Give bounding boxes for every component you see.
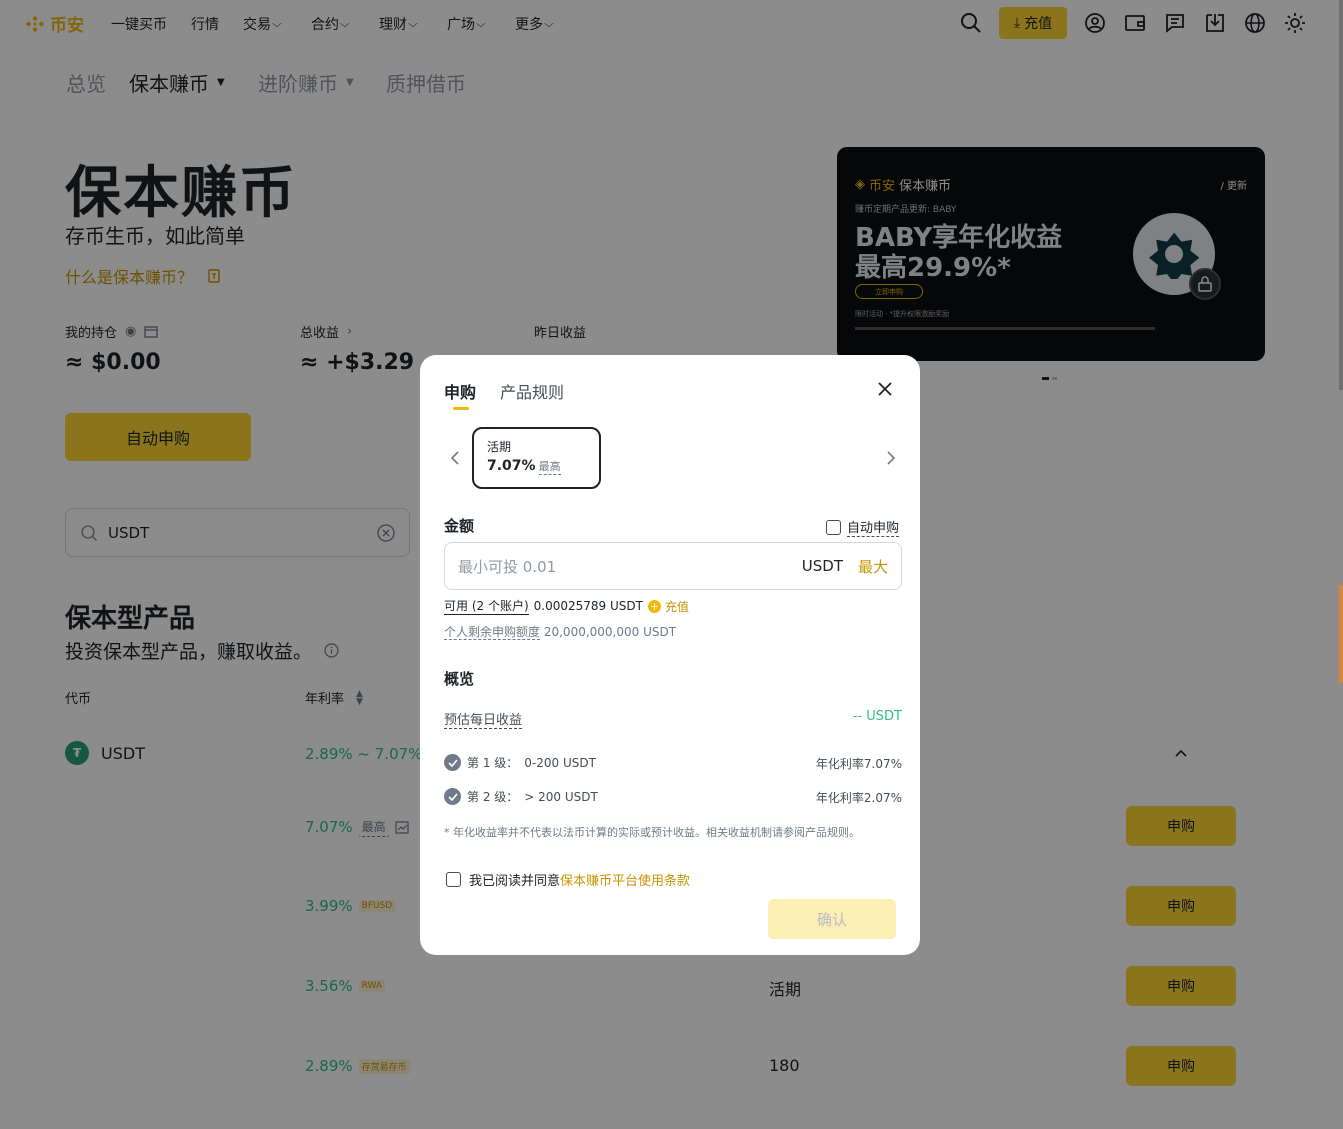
tier-rate: 年化利率2.07% [815,791,902,805]
amount-unit: USDT [801,557,843,575]
est-daily-label: 预估每日收益 [444,709,523,729]
plan-rate-tag: 最高 [538,460,561,475]
scrollbar-marker [1339,585,1343,683]
available-value: 0.00025789 USDT [533,599,643,613]
footnote: * 年化收益率并不代表以法币计算的实际或预计收益。相关收益机制请参阅产品规则。 [444,826,860,839]
overview-title: 概览 [444,670,475,688]
deposit-link[interactable]: + 充值 [647,598,689,615]
plan-card-flexible[interactable]: 活期 7.07% 最高 [472,427,601,489]
quota-value: 20,000,000,000 USDT [543,625,677,639]
tab-underline [453,407,469,410]
close-icon[interactable] [876,380,894,398]
tier-label: 第 1 级： [467,756,519,770]
tab-product-rules[interactable]: 产品规则 [500,379,564,403]
plan-rate: 7.07% [487,458,536,474]
plan-rate-row: 7.07% 最高 [487,458,586,475]
agree-text-wrap: 我已阅读并同意保本赚币平台使用条款 [469,870,690,889]
tier-row: 第 2 级： > 200 USDT [444,788,598,805]
scrollbar[interactable] [1339,0,1343,390]
amount-input[interactable]: 最小可投 0.01 USDT 最大 [444,542,902,590]
tier-row: 第 1 级： 0-200 USDT [444,754,596,771]
est-daily-value: -- USDT [852,709,902,724]
amount-placeholder: 最小可投 0.01 [458,557,557,576]
tab-subscribe[interactable]: 申购 [444,379,476,403]
plus-icon: + [647,599,661,613]
auto-subscribe-label: 自动申购 [847,517,900,537]
auto-subscribe-checkbox[interactable]: 自动申购 [826,517,900,537]
terms-link[interactable]: 保本赚币平台使用条款 [560,874,690,889]
confirm-button[interactable]: 确认 [768,899,896,939]
deposit-link-label: 充值 [664,599,689,614]
check-circle-icon [444,788,461,805]
available-balance: 可用 (2 个账户) 0.00025789 USDT + 充值 [444,597,689,615]
checkbox[interactable] [826,519,841,535]
check-circle-icon [444,754,461,771]
max-button[interactable]: 最大 [858,556,888,577]
quota-label: 个人剩余申购额度 [444,625,541,640]
chevron-left-icon[interactable] [448,449,462,467]
terms-agree[interactable]: 我已阅读并同意保本赚币平台使用条款 [446,870,690,889]
tier-label: 第 2 级： [467,790,519,804]
checkbox[interactable] [446,872,461,887]
subscribe-modal: 申购 产品规则 活期 7.07% 最高 金额 自动申购 最小可投 0.01 US… [420,355,920,955]
remaining-quota: 个人剩余申购额度 20,000,000,000 USDT [444,623,676,640]
agree-text: 我已阅读并同意 [469,874,561,889]
tier-range: > 200 USDT [524,789,598,804]
chevron-right-icon[interactable] [884,449,898,467]
amount-label: 金额 [444,517,475,535]
available-label[interactable]: 可用 (2 个账户) [444,597,529,615]
tier-rate: 年化利率7.07% [815,757,902,771]
tier-range: 0-200 USDT [524,755,596,770]
plan-type: 活期 [487,440,512,454]
